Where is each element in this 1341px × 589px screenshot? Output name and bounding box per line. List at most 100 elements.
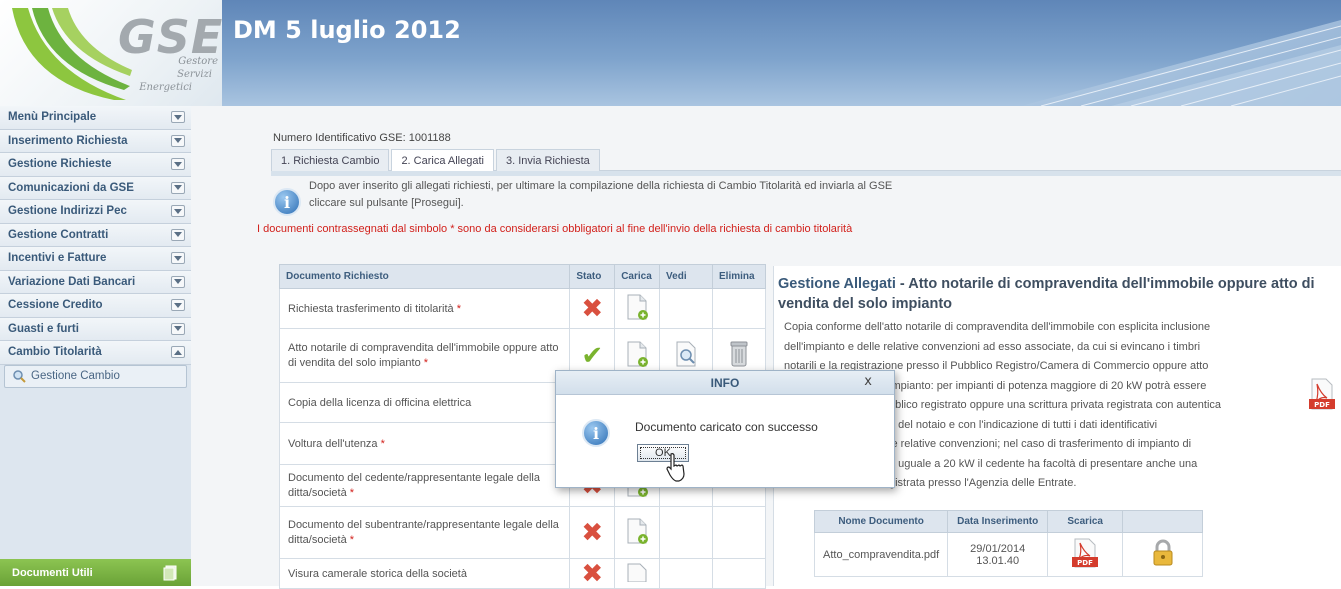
table-row: Richiesta trasferimento di titolarità * …: [278, 288, 766, 329]
padlock-icon[interactable]: [1152, 539, 1174, 567]
col-stato: Stato: [569, 264, 616, 289]
solar-panels-image: [1021, 20, 1341, 106]
info-icon: i: [273, 188, 301, 216]
status-cell: ✖: [569, 558, 616, 589]
document-filename: Atto_compravendita.pdf: [813, 532, 949, 577]
required-mark: *: [456, 302, 462, 315]
pdf-icon: PDF: [1309, 378, 1335, 410]
sidebar-item-label: Inserimento Richiesta: [8, 134, 128, 147]
documenti-utili-label: Documenti Utili: [12, 566, 93, 579]
upload-cell: [614, 558, 661, 589]
sidebar-item-label: Gestione Indirizzi Pec: [8, 205, 127, 218]
dialog-titlebar: INFO x: [556, 371, 894, 395]
missing-x-icon: ✖: [581, 517, 604, 548]
gse-id-line: Numero Identificativo GSE: 1001188: [273, 132, 451, 144]
chevron-down-icon[interactable]: [171, 134, 185, 147]
status-cell: ✖: [569, 506, 616, 559]
upload-cell: [614, 288, 661, 329]
sidebar-item-cessione-credito[interactable]: Cessione Credito: [0, 294, 191, 318]
col-documento: Documento Richiesto: [278, 264, 571, 289]
view-document-icon[interactable]: [674, 340, 698, 368]
sidebar-item-label: Gestione Richieste: [8, 158, 112, 171]
sidebar-item-label: Incentivi e Fatture: [8, 252, 107, 265]
info-line-1: Dopo aver inserito gli allegati richiest…: [309, 180, 893, 192]
info-icon: i: [582, 419, 610, 447]
chevron-up-icon[interactable]: [171, 346, 185, 359]
documenti-utili-bar[interactable]: Documenti Utili: [0, 559, 191, 586]
sidebar-menu: Menù Principale Inserimento Richiesta Ge…: [0, 106, 191, 586]
close-icon[interactable]: x: [864, 374, 872, 389]
sidebar-item-menu-principale[interactable]: Menù Principale: [0, 106, 191, 130]
document-name: Voltura dell'utenza *: [278, 422, 571, 465]
col-scarica: Scarica: [1047, 510, 1124, 533]
sidebar-item-label: Comunicazioni da GSE: [8, 181, 134, 194]
upload-document-icon[interactable]: [625, 562, 649, 583]
tab-carica-allegati[interactable]: 2. Carica Allegati: [391, 149, 494, 172]
document-name: Atto notarile di compravendita dell'immo…: [278, 328, 571, 383]
document-name: Documento del subentrante/rappresentante…: [278, 506, 571, 559]
chevron-down-icon[interactable]: [171, 181, 185, 194]
chevron-down-icon[interactable]: [171, 158, 185, 171]
table-row: Documento del subentrante/rappresentante…: [278, 506, 766, 559]
chevron-down-icon[interactable]: [171, 275, 185, 288]
required-mark: *: [423, 356, 429, 369]
tab-richiesta-cambio[interactable]: 1. Richiesta Cambio: [271, 149, 390, 171]
upload-document-icon[interactable]: [625, 340, 649, 368]
sidebar-subitem-gestione-cambio[interactable]: Gestione Cambio: [4, 364, 187, 388]
sidebar-item-variazione-dati-bancari[interactable]: Variazione Dati Bancari: [0, 270, 191, 294]
pdf-template-link[interactable]: PDF: [1309, 378, 1335, 413]
sidebar-item-comunicazioni[interactable]: Comunicazioni da GSE: [0, 176, 191, 200]
pdf-download-icon[interactable]: PDF: [1072, 538, 1099, 568]
sidebar-item-gestione-contratti[interactable]: Gestione Contratti: [0, 223, 191, 247]
required-mark: *: [349, 486, 355, 499]
delete-cell: [712, 506, 766, 559]
header: GSE Gestore Servizi Energetici DM 5 lugl…: [0, 0, 1341, 106]
document-name: Visura camerale storica della società: [278, 558, 571, 589]
missing-x-icon: ✖: [581, 293, 604, 324]
view-cell: [659, 558, 713, 589]
sidebar-item-incentivi-fatture[interactable]: Incentivi e Fatture: [0, 247, 191, 271]
gse-logo[interactable]: GSE Gestore Servizi Energetici: [0, 0, 222, 106]
info-box: i Dopo aver inserito gli allegati richie…: [273, 178, 1173, 216]
sidebar-item-gestione-indirizzi-pec[interactable]: Gestione Indirizzi Pec: [0, 200, 191, 224]
page-title: DM 5 luglio 2012: [233, 16, 461, 44]
col-vedi: Vedi: [659, 264, 713, 289]
tab-invia-richiesta[interactable]: 3. Invia Richiesta: [495, 149, 600, 171]
upload-document-icon[interactable]: [625, 517, 649, 545]
chevron-down-icon[interactable]: [171, 252, 185, 265]
sidebar-item-label: Guasti e furti: [8, 322, 79, 335]
document-name: Copia della licenza di officina elettric…: [278, 382, 571, 423]
view-cell: [659, 506, 713, 559]
required-mark: *: [380, 437, 385, 450]
upload-date: 29/01/2014: [970, 542, 1026, 555]
tab-bar: 1. Richiesta Cambio 2. Carica Allegati 3…: [271, 149, 1341, 172]
trash-icon[interactable]: [729, 340, 749, 368]
sidebar-item-inserimento-richiesta[interactable]: Inserimento Richiesta: [0, 129, 191, 153]
sidebar-item-guasti-furti[interactable]: Guasti e furti: [0, 317, 191, 341]
lock-cell: [1122, 532, 1204, 577]
sidebar-item-label: Variazione Dati Bancari: [8, 275, 136, 288]
col-lock: [1122, 510, 1204, 533]
chevron-down-icon[interactable]: [171, 322, 185, 335]
missing-x-icon: ✖: [581, 558, 604, 589]
chevron-down-icon[interactable]: [171, 111, 185, 124]
description-line: dell'impianto e delle relative convenzio…: [784, 340, 1201, 353]
col-elimina: Elimina: [712, 264, 766, 289]
chevron-down-icon[interactable]: [171, 299, 185, 312]
sidebar-item-cambio-titolarita[interactable]: Cambio Titolarità: [0, 341, 191, 365]
documents-icon: [163, 565, 177, 580]
sidebar-item-label: Cambio Titolarità: [8, 346, 102, 359]
upload-time: 13.01.40: [976, 554, 1020, 567]
chevron-down-icon[interactable]: [171, 205, 185, 218]
upload-cell: [614, 506, 661, 559]
chevron-down-icon[interactable]: [171, 228, 185, 241]
logo-subtitle-line1: Gestore: [178, 56, 218, 67]
upload-document-icon[interactable]: [625, 293, 649, 321]
col-nome-documento: Nome Documento: [813, 510, 949, 533]
main-content: Numero Identificativo GSE: 1001188 1. Ri…: [191, 106, 1341, 589]
sidebar-item-label: Gestione Contratti: [8, 228, 109, 241]
sidebar-item-gestione-richieste[interactable]: Gestione Richieste: [0, 153, 191, 177]
mandatory-warning: I documenti contrassegnati dal simbolo *…: [257, 223, 853, 235]
logo-swoosh-icon: [12, 8, 132, 100]
upload-datetime: 29/01/2014 13.01.40: [947, 532, 1049, 577]
